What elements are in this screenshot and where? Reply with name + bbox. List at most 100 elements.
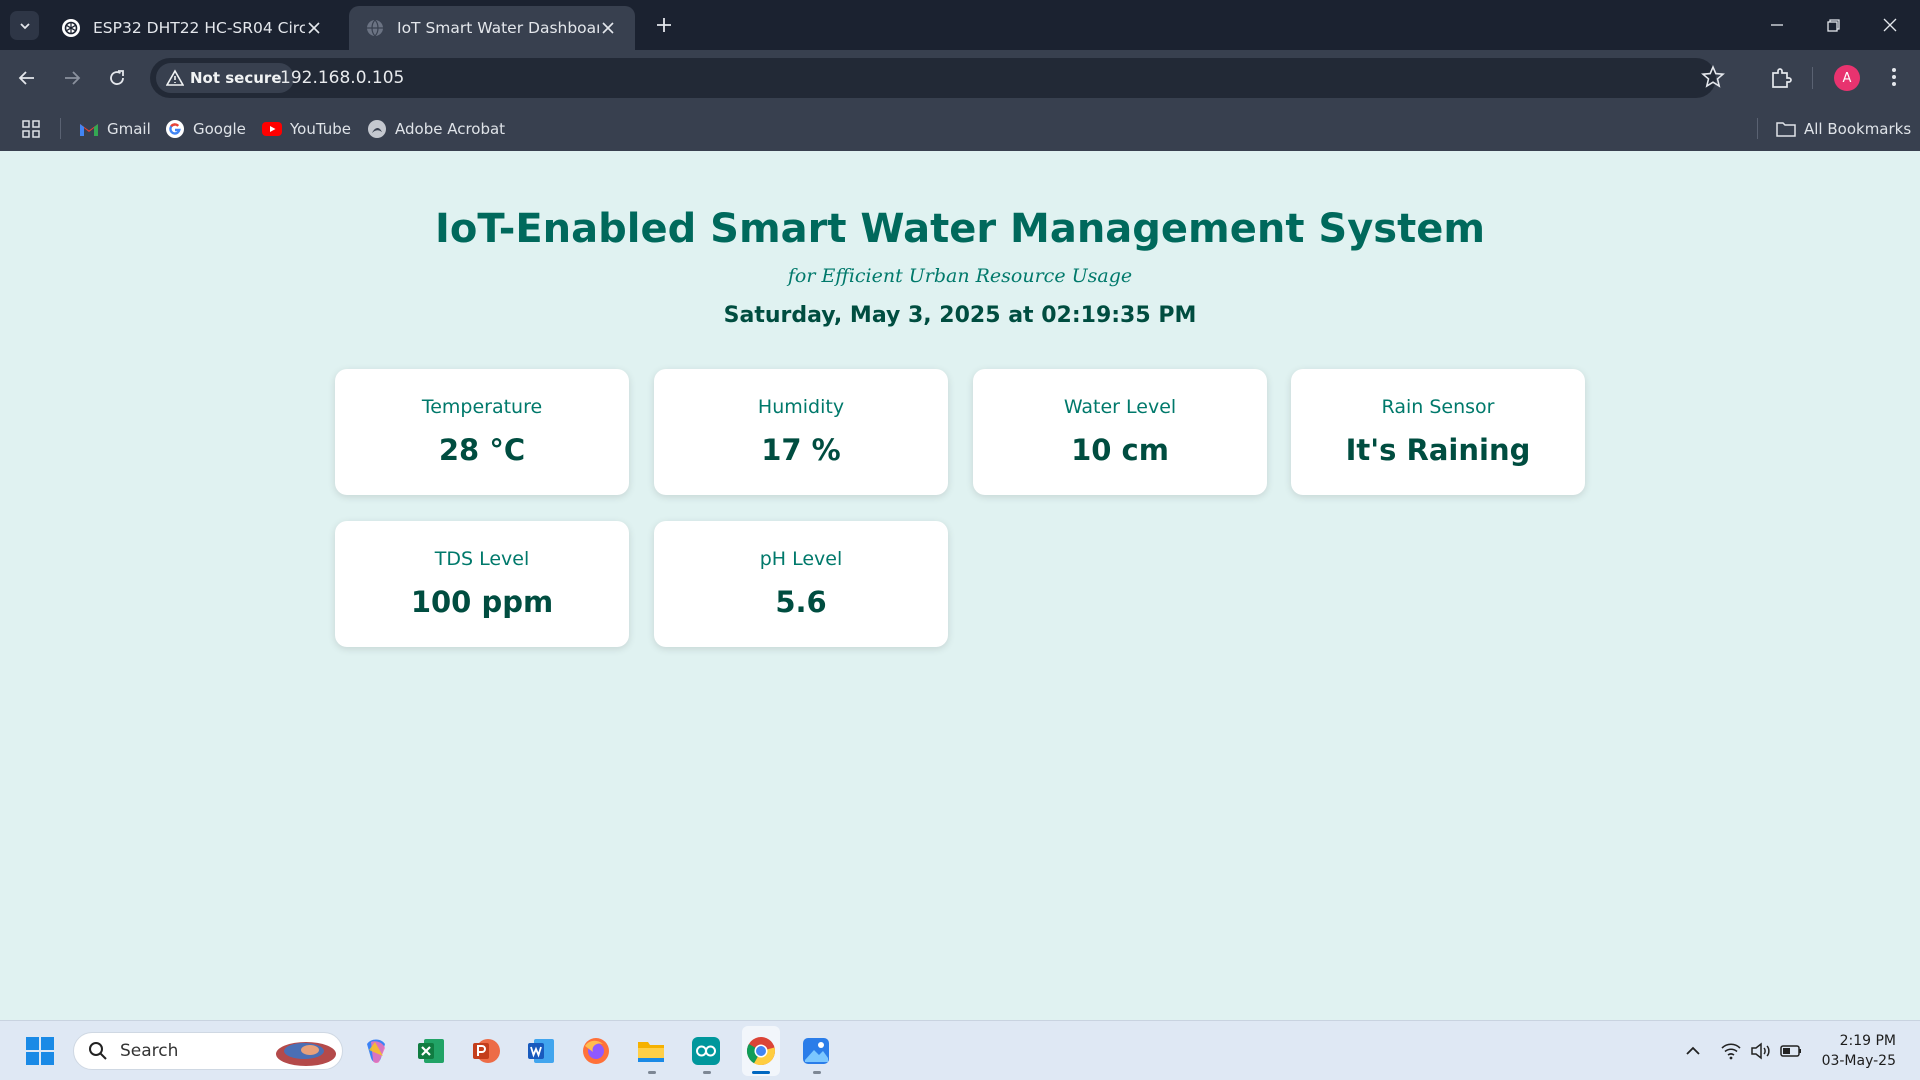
- bookmark-gmail[interactable]: Gmail: [79, 117, 151, 141]
- reload-icon[interactable]: [104, 65, 130, 91]
- folder-icon: [1776, 122, 1796, 137]
- card-label: Humidity: [757, 396, 845, 418]
- tab-search-button[interactable]: [10, 11, 39, 40]
- acrobat-icon: [368, 120, 386, 138]
- profile-avatar[interactable]: A: [1834, 65, 1860, 91]
- wifi-icon[interactable]: [1719, 1039, 1743, 1063]
- back-icon[interactable]: [14, 65, 40, 91]
- card-value: 5.6: [775, 585, 827, 619]
- card-value: 28 °C: [438, 433, 526, 467]
- security-indicator[interactable]: Not secure: [156, 63, 294, 93]
- card-label: pH Level: [759, 548, 843, 570]
- close-window-icon[interactable]: [1877, 12, 1903, 38]
- security-label: Not secure: [190, 69, 282, 87]
- volume-icon[interactable]: [1749, 1039, 1773, 1063]
- chrome-button[interactable]: [743, 1033, 779, 1069]
- bookmark-youtube[interactable]: YouTube: [262, 117, 351, 141]
- running-indicator: [648, 1071, 656, 1074]
- active-indicator: [752, 1071, 770, 1074]
- address-bar[interactable]: Not secure 192.168.0.105: [150, 58, 1716, 98]
- card-value: 100 ppm: [410, 585, 554, 619]
- tds-level-card: TDS Level 100 ppm: [335, 521, 629, 647]
- bookmark-label: Google: [193, 120, 246, 138]
- powerpoint-button[interactable]: [468, 1033, 504, 1069]
- bookmark-label: YouTube: [290, 120, 351, 138]
- tab-esp32-circuit[interactable]: ESP32 DHT22 HC-SR04 Circuit: [45, 6, 341, 50]
- search-icon: [89, 1042, 107, 1060]
- google-icon: [166, 120, 184, 138]
- extensions-icon[interactable]: [1767, 64, 1795, 92]
- dashboard-page: IoT-Enabled Smart Water Management Syste…: [0, 151, 1920, 1020]
- bookmark-label: Adobe Acrobat: [395, 120, 506, 138]
- bookmark-separator: [1757, 118, 1758, 139]
- menu-button[interactable]: [1881, 64, 1907, 90]
- bookmark-separator: [60, 118, 61, 139]
- photos-icon: [803, 1038, 829, 1064]
- close-icon[interactable]: [599, 19, 617, 37]
- file-explorer-button[interactable]: [633, 1033, 669, 1069]
- gmail-icon: [80, 124, 98, 136]
- tab-strip: ESP32 DHT22 HC-SR04 Circuit IoT Smart Wa…: [0, 0, 1920, 50]
- firefox-icon: [583, 1038, 609, 1064]
- tab-title: IoT Smart Water Dashboard: [397, 19, 599, 37]
- menu-dot: [1892, 68, 1896, 72]
- photos-button[interactable]: [798, 1033, 834, 1069]
- minimize-icon[interactable]: [1764, 12, 1790, 38]
- new-tab-icon[interactable]: [652, 13, 676, 37]
- chevron-up-icon[interactable]: [1681, 1039, 1705, 1063]
- temperature-card: Temperature 28 °C: [335, 369, 629, 495]
- url-text[interactable]: 192.168.0.105: [280, 68, 404, 88]
- card-value: It's Raining: [1345, 433, 1531, 467]
- copilot-button[interactable]: [358, 1033, 394, 1069]
- card-label: Water Level: [1063, 396, 1177, 418]
- search-highlight-icon: [276, 1042, 336, 1066]
- menu-dot: [1892, 82, 1896, 86]
- close-icon[interactable]: [305, 19, 323, 37]
- running-indicator: [703, 1071, 711, 1074]
- globe-icon: [367, 19, 383, 37]
- humidity-card: Humidity 17 %: [654, 369, 948, 495]
- menu-dot: [1892, 75, 1896, 79]
- chrome-icon: [746, 1037, 775, 1066]
- firefox-button[interactable]: [578, 1033, 614, 1069]
- word-icon: [528, 1039, 554, 1063]
- taskbar: Search 2:19 PM 03-May-25: [0, 1020, 1920, 1080]
- tab-iot-dashboard[interactable]: IoT Smart Water Dashboard: [349, 6, 635, 50]
- page-subtitle: for Efficient Urban Resource Usage: [787, 265, 1133, 287]
- restore-icon[interactable]: [1820, 12, 1846, 38]
- bookmark-adobe-acrobat[interactable]: Adobe Acrobat: [367, 117, 505, 141]
- running-indicator: [813, 1071, 821, 1074]
- card-label: Temperature: [421, 396, 543, 418]
- arduino-icon: [692, 1037, 720, 1065]
- start-button[interactable]: [22, 1033, 58, 1069]
- chevron-down-icon: [19, 22, 30, 29]
- card-value: 17 %: [761, 433, 841, 467]
- apps-grid-icon[interactable]: [21, 119, 41, 139]
- forward-icon[interactable]: [59, 65, 85, 91]
- bookmarks-bar: Gmail Google YouTube Adobe Acrobat All B…: [0, 106, 1920, 151]
- excel-button[interactable]: [413, 1033, 449, 1069]
- card-label: TDS Level: [434, 548, 530, 570]
- page-title: IoT-Enabled Smart Water Management Syste…: [434, 206, 1486, 252]
- browser-toolbar: Not secure 192.168.0.105: [0, 50, 1920, 106]
- card-value: 10 cm: [1071, 433, 1169, 467]
- system-clock[interactable]: 2:19 PM 03-May-25: [1800, 1031, 1896, 1071]
- arduino-button[interactable]: [688, 1033, 724, 1069]
- water-level-card: Water Level 10 cm: [973, 369, 1267, 495]
- ph-level-card: pH Level 5.6: [654, 521, 948, 647]
- start-icon: [26, 1037, 54, 1065]
- powerpoint-icon: [473, 1039, 500, 1063]
- bookmark-label: Gmail: [107, 120, 151, 138]
- all-bookmarks-button[interactable]: All Bookmarks: [1776, 117, 1911, 141]
- word-button[interactable]: [523, 1033, 559, 1069]
- clock-time: 2:19 PM: [1839, 1033, 1896, 1049]
- bookmark-google[interactable]: Google: [165, 117, 246, 141]
- tab-title: ESP32 DHT22 HC-SR04 Circuit: [93, 19, 305, 37]
- taskbar-search[interactable]: Search: [73, 1032, 343, 1070]
- rain-sensor-card: Rain Sensor It's Raining: [1291, 369, 1585, 495]
- bookmark-star-icon[interactable]: [1700, 64, 1726, 90]
- search-placeholder: Search: [120, 1041, 179, 1061]
- clock-date: 03-May-25: [1821, 1053, 1896, 1069]
- all-bookmarks-label: All Bookmarks: [1804, 120, 1912, 138]
- card-label: Rain Sensor: [1381, 396, 1495, 418]
